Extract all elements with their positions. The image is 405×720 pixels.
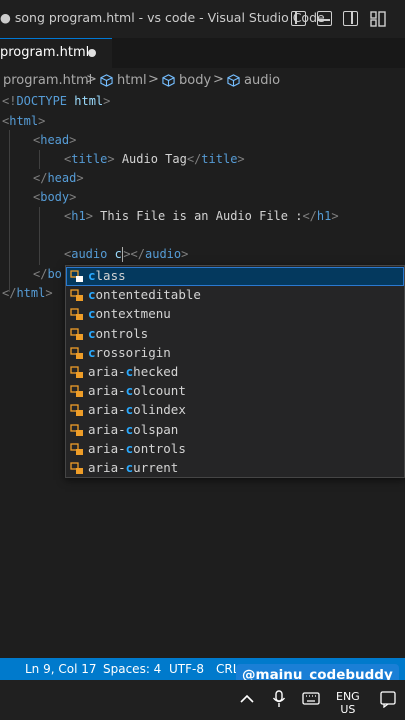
symbol-property-icon <box>70 423 83 436</box>
symbol-element-icon <box>100 74 113 87</box>
breadcrumb-audio[interactable]: audio <box>244 73 280 88</box>
symbol-property-icon <box>70 327 83 340</box>
suggestion-item[interactable]: aria-controls <box>66 440 404 459</box>
code-line-10: </bo <box>33 267 62 281</box>
code-line-1: <!DOCTYPE html> <box>2 94 111 108</box>
code-line-7: <h1> This File is an Audio File :</h1> <box>64 209 339 223</box>
toggle-secondary-sidebar-icon[interactable] <box>343 11 358 26</box>
symbol-property-icon <box>70 270 83 282</box>
indent-guide <box>39 150 40 169</box>
suggestion-label: aria-colcount <box>88 383 186 399</box>
symbol-property-icon <box>70 347 83 359</box>
suggestion-label: aria-current <box>88 460 179 475</box>
symbol-property-icon <box>70 462 83 474</box>
code-line-2: <html> <box>2 114 46 128</box>
suggestion-item[interactable]: class <box>66 267 404 286</box>
suggestion-label: aria-colindex <box>88 402 186 418</box>
suggestion-item[interactable]: aria-colcount <box>66 382 404 401</box>
suggestion-item[interactable]: contenteditable <box>66 286 404 305</box>
suggestion-label: contenteditable <box>88 287 201 303</box>
symbol-property-icon <box>70 308 83 321</box>
suggestion-item[interactable]: controls <box>66 325 404 344</box>
microphone-icon[interactable] <box>272 690 286 708</box>
suggestion-item[interactable]: aria-colindex <box>66 401 404 420</box>
symbol-element-icon <box>227 74 240 87</box>
customize-layout-icon[interactable] <box>370 11 386 27</box>
code-line-9: <audio c ></audio> <box>64 247 189 262</box>
code-line-3: <head> <box>33 133 77 147</box>
keyboard-icon[interactable] <box>302 692 320 705</box>
title-bar: ● song program.html - vs code - Visual S… <box>0 0 405 38</box>
code-line-11: </html> <box>2 286 53 300</box>
chevron-up-icon[interactable] <box>240 694 254 704</box>
suggestion-item[interactable]: aria-checked <box>66 363 404 382</box>
breadcrumb-separator: > <box>86 72 97 87</box>
window-title: ● song program.html - vs code - Visual S… <box>0 10 325 25</box>
suggestion-item[interactable]: contextmenu <box>66 305 404 324</box>
indentation-setting[interactable]: Spaces: 4 <box>103 662 161 676</box>
symbol-property-icon <box>70 289 83 302</box>
suggestion-label: contextmenu <box>88 306 171 322</box>
symbol-property-icon <box>70 385 83 398</box>
code-line-6: <body> <box>33 190 77 204</box>
suggestion-label: aria-controls <box>88 440 186 456</box>
autocomplete-suggestions: class contenteditable contextmenu controls c… <box>65 265 405 478</box>
suggestion-item[interactable]: aria-colspan <box>66 421 404 440</box>
tab-program-html[interactable]: program.html <box>0 38 112 68</box>
lang-region: US <box>340 703 356 716</box>
code-line-4: <title> Audio Tag</title> <box>64 152 245 166</box>
suggestion-label: class <box>88 268 126 283</box>
indent-guide <box>39 207 40 265</box>
breadcrumb-body[interactable]: body <box>179 73 211 88</box>
encoding-setting[interactable]: UTF-8 <box>169 662 204 676</box>
indent-guide <box>9 130 10 292</box>
cursor-position[interactable]: Ln 9, Col 17 <box>25 662 97 676</box>
breadcrumb-separator: > <box>148 72 159 87</box>
input-language[interactable]: ENG US <box>336 690 360 716</box>
suggestion-item[interactable]: aria-current <box>66 459 404 478</box>
breadcrumb-separator: > <box>213 72 224 87</box>
symbol-property-icon <box>70 404 83 417</box>
suggestion-label: controls <box>88 325 149 341</box>
unsaved-dot-icon[interactable] <box>88 49 96 57</box>
system-taskbar: ENG US <box>0 680 405 720</box>
breadcrumb-file[interactable]: program.html <box>3 73 92 88</box>
suggestion-item[interactable]: crossorigin <box>66 344 404 363</box>
symbol-property-icon <box>70 443 83 455</box>
suggestion-label: aria-colspan <box>88 421 179 437</box>
tab-label: program.html <box>0 45 90 60</box>
toggle-sidebar-icon[interactable] <box>291 11 306 26</box>
symbol-property-icon <box>70 366 83 378</box>
toggle-panel-icon[interactable] <box>317 11 332 26</box>
breadcrumb: program.html > html > body > audio <box>0 70 405 92</box>
lang-primary: ENG <box>336 690 360 703</box>
tab-bar: program.html <box>0 38 405 68</box>
notification-icon[interactable] <box>380 691 398 708</box>
symbol-element-icon <box>162 74 175 87</box>
breadcrumb-html[interactable]: html <box>117 73 147 88</box>
suggestion-label: crossorigin <box>88 344 171 360</box>
code-line-5: </head> <box>33 171 84 185</box>
suggestion-label: aria-checked <box>88 364 179 379</box>
